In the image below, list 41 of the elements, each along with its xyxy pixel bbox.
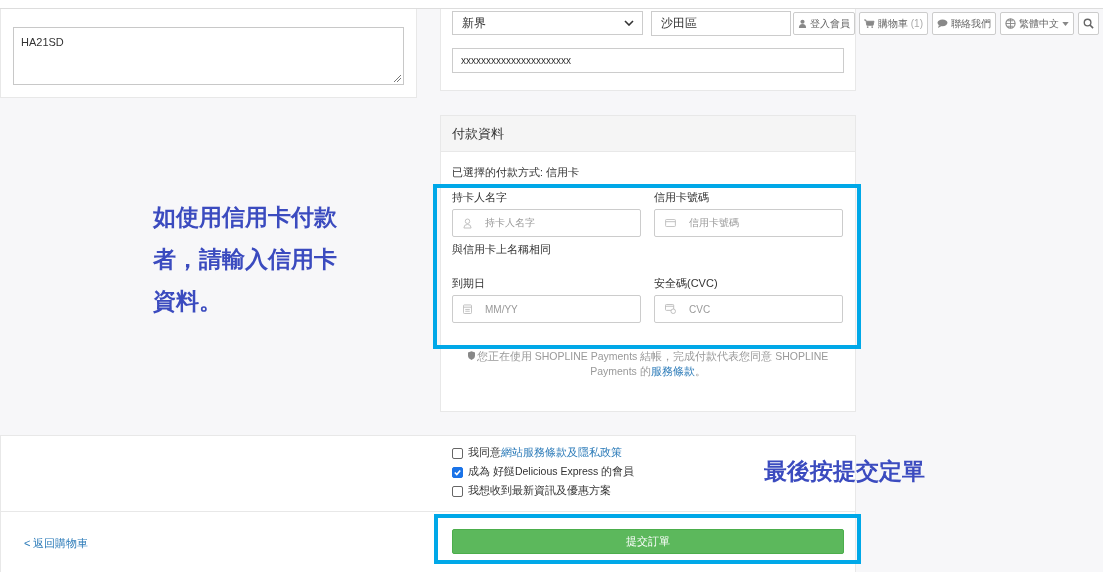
payment-method-text: 已選擇的付款方式: 信用卡 [452,166,580,178]
checkbox[interactable] [452,447,463,459]
person-icon [463,217,472,229]
user-icon [797,19,807,28]
field-label: 安全碼(CVC) [654,276,719,291]
nav-button[interactable]: 聯絡我們 [932,12,996,35]
nav-button[interactable]: 登入會員 [792,12,855,35]
back-to-cart-link[interactable]: < 返回購物車 [1,535,452,551]
payment-notice: 您正在使用 SHOPLINE Payments 結帳，完成付款代表您同意 SHOPLINE Payments 的服務條款。 [458,349,838,379]
caret-icon [1062,21,1069,26]
cart-icon [863,19,875,28]
agreement-text: 我同意網站服務條款及隱私政策 [468,446,622,460]
card-lock-icon [665,304,676,314]
calendar-icon [463,304,472,314]
field-label: 持卡人名字 [452,190,508,205]
region-select[interactable]: 新界 [452,11,643,35]
field-label: 信用卡號碼 [654,190,710,205]
search-icon [1083,18,1094,29]
chevron-down-icon [624,20,634,26]
agreement-text: 成為 好餸Delicious Express 的會員 [468,465,635,479]
checkbox[interactable] [452,485,463,497]
shield-icon [467,351,475,360]
terms-link[interactable]: 服務條款 [650,365,695,377]
address-field[interactable]: xxxxxxxxxxxxxxxxxxxxxx [452,48,844,73]
district-field[interactable]: 沙田區 [651,11,791,36]
field-label: 到期日 [452,276,486,291]
checkbox[interactable] [452,466,463,478]
annotation-text: 如使用信用卡付款者，請輸入信用卡資料。 [153,203,337,316]
payment-header: 付款資料 [441,116,855,152]
policy-link[interactable]: 網站服務條款及隱私政策 [501,446,622,458]
agreement-text: 我想收到最新資訊及優惠方案 [468,484,611,498]
speech-bubble-icon [937,19,948,28]
field-hint: 與信用卡上名稱相同 [452,243,552,257]
credit-card-icon [665,219,676,227]
nav-button[interactable]: 繁體中文 [1000,12,1074,35]
resize-grip-icon[interactable] [393,74,401,82]
remarks-textarea[interactable]: HA21SD [13,27,404,85]
nav-button[interactable]: 購物車 (1) [858,12,928,35]
annotation-text: 最後按提交定單 [764,457,925,486]
globe-icon [1005,18,1016,29]
search-button[interactable] [1078,12,1099,35]
